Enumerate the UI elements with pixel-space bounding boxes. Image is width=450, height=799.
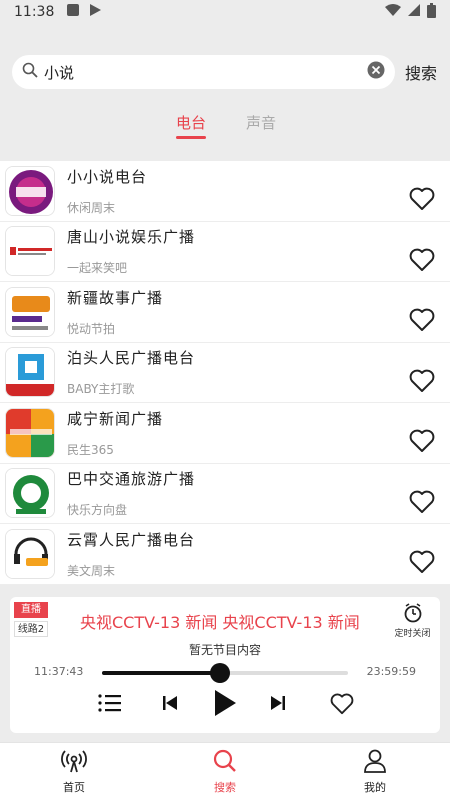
blue-red-logo-icon: [5, 347, 55, 398]
list-item[interactable]: 泊头人民广播电台 BABY主打歌: [0, 343, 450, 403]
tab-bar: 电台 声音: [0, 112, 450, 142]
bottom-nav: 首页 搜索 我的: [0, 742, 450, 799]
heart-icon[interactable]: [409, 369, 435, 393]
station-subtitle: 休闲周末: [67, 200, 116, 215]
program-info: 暂无节目内容: [188, 643, 261, 657]
start-time: 11:37:43: [34, 665, 84, 678]
play-icon[interactable]: [213, 689, 237, 721]
heart-icon[interactable]: [409, 490, 435, 514]
station-subtitle: BABY主打歌: [67, 382, 135, 397]
fm94-green-logo-icon: [5, 468, 55, 519]
heart-icon[interactable]: [330, 693, 354, 719]
progress-knob[interactable]: [210, 663, 231, 683]
end-time: 23:59:59: [366, 665, 416, 678]
sleep-timer-label: 定时关闭: [394, 629, 431, 639]
list-item[interactable]: 云霄人民广播电台 美文周末: [0, 524, 450, 585]
nav-profile[interactable]: 我的: [345, 749, 405, 795]
play-store-icon: [88, 3, 102, 21]
playlist-icon[interactable]: [97, 693, 121, 717]
tab-underline: [176, 136, 206, 139]
nav-home[interactable]: 首页: [44, 749, 104, 795]
station-subtitle: 美文周末: [67, 563, 116, 578]
station-list: 小小说电台 休闲周末 唐山小说娱乐广播 一起来笑吧 新疆故事广播 悦动节拍 泊头…: [0, 161, 450, 585]
heart-icon[interactable]: [409, 308, 435, 332]
heart-icon[interactable]: [409, 429, 435, 453]
now-playing-marquee: 央视CCTV-13 新闻 央视CCTV-13 新闻: [80, 613, 360, 632]
station-title: 泊头人民广播电台: [67, 349, 196, 368]
list-item[interactable]: 新疆故事广播 悦动节拍: [0, 282, 450, 343]
tab-radio[interactable]: 电台: [176, 112, 206, 133]
station-subtitle: 快乐方向盘: [67, 503, 128, 518]
station-title: 小小说电台: [67, 167, 148, 186]
station-title: 唐山小说娱乐广播: [67, 228, 196, 247]
status-bar: 11:38: [0, 0, 450, 24]
heart-icon[interactable]: [409, 550, 435, 574]
nav-search-label: 搜索: [214, 781, 236, 794]
alarm-clock-icon: [403, 603, 423, 626]
wifi-icon: [385, 3, 401, 21]
status-time: 11:38: [14, 4, 55, 20]
next-icon[interactable]: [270, 693, 286, 717]
previous-icon[interactable]: [162, 693, 178, 717]
player-panel: 直播 线路2 央视CCTV-13 新闻 央视CCTV-13 新闻 定时关闭 暂无…: [10, 597, 440, 733]
list-item[interactable]: 唐山小说娱乐广播 一起来笑吧: [0, 222, 450, 282]
station-subtitle: 悦动节拍: [67, 321, 116, 336]
live-badge: 直播: [14, 602, 48, 618]
station-subtitle: 一起来笑吧: [67, 261, 128, 276]
station-subtitle: 民生365: [67, 442, 114, 457]
clear-icon[interactable]: [367, 61, 385, 83]
purple-badge-logo-icon: [5, 165, 55, 216]
user-icon: [362, 749, 388, 777]
search-icon: [212, 749, 238, 777]
station-title: 新疆故事广播: [67, 288, 164, 307]
station-title: 咸宁新闻广播: [67, 409, 164, 428]
station-title: 云霄人民广播电台: [67, 530, 196, 549]
nav-search[interactable]: 搜索: [195, 749, 255, 795]
progress-bar[interactable]: [102, 663, 348, 683]
station-title: 巴中交通旅游广播: [67, 470, 196, 489]
search-button[interactable]: 搜索: [405, 60, 437, 84]
signal-icon: [407, 3, 421, 21]
list-item[interactable]: 咸宁新闻广播 民生365: [0, 403, 450, 464]
search-input[interactable]: 小说: [12, 55, 395, 89]
search-icon: [22, 62, 38, 82]
nav-profile-label: 我的: [364, 781, 386, 794]
search-row: 小说 搜索: [12, 55, 438, 89]
progress-fill: [102, 671, 221, 675]
red-banner-logo-icon: [5, 226, 55, 277]
list-item[interactable]: 小小说电台 休闲周末: [0, 161, 450, 222]
tab-audio[interactable]: 声音: [246, 112, 276, 133]
search-query[interactable]: 小说: [44, 62, 367, 83]
radio-icon: [61, 750, 87, 777]
fm92-headphones-logo-icon: [5, 528, 55, 579]
heart-icon[interactable]: [409, 187, 435, 211]
line-selector[interactable]: 线路2: [14, 621, 48, 637]
nav-home-label: 首页: [63, 781, 85, 794]
heart-icon[interactable]: [409, 248, 435, 272]
battery-icon: [427, 2, 436, 22]
fm1028-logo-icon: [5, 286, 55, 337]
notification-square-icon: [66, 3, 80, 21]
colorful-calligraphy-logo-icon: [5, 407, 55, 458]
list-item[interactable]: 巴中交通旅游广播 快乐方向盘: [0, 464, 450, 524]
sleep-timer-button[interactable]: 定时关闭: [390, 603, 435, 639]
